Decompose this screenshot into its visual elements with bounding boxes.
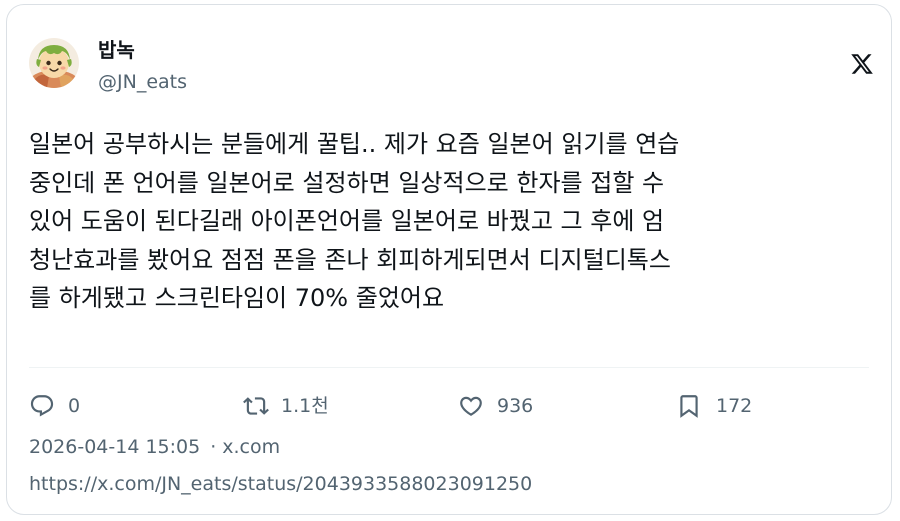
reply-button[interactable]: 0 <box>29 391 80 421</box>
reply-icon <box>29 393 55 419</box>
like-count: 936 <box>497 395 534 417</box>
retweet-count: 1.1천 <box>281 395 329 417</box>
divider <box>29 367 869 368</box>
retweet-button[interactable]: 1.1천 <box>243 391 329 421</box>
bookmark-icon <box>676 393 702 419</box>
like-button[interactable]: 936 <box>458 391 533 421</box>
heart-icon <box>458 393 484 419</box>
retweet-icon <box>243 393 269 419</box>
cartoon-face-avatar-icon <box>29 38 79 88</box>
tweet-url[interactable]: https://x.com/JN_eats/status/20439335880… <box>29 471 532 497</box>
timestamp[interactable]: 2026-04-14 15:05 <box>29 436 200 458</box>
display-name[interactable]: 밥녹 <box>98 37 135 63</box>
x-logo-icon[interactable] <box>850 52 874 76</box>
tweet-text: 일본어 공부하시는 분들에게 꿀팁.. 제가 요즘 일본어 읽기를 연습 중인데… <box>29 130 680 312</box>
avatar[interactable] <box>29 38 79 88</box>
bookmark-count: 172 <box>716 395 753 417</box>
tweet-card: 밥녹 @JN_eats 일본어 공부하시는 분들에게 꿀팁.. 제가 요즘 일본… <box>6 4 892 515</box>
user-handle[interactable]: @JN_eats <box>98 69 187 95</box>
meta-separator: · <box>210 436 217 458</box>
reply-count: 0 <box>68 395 81 417</box>
source-link[interactable]: x.com <box>222 436 280 458</box>
bookmark-button[interactable]: 172 <box>676 391 752 421</box>
tweet-meta: 2026-04-14 15:05 · x.com <box>29 434 280 460</box>
